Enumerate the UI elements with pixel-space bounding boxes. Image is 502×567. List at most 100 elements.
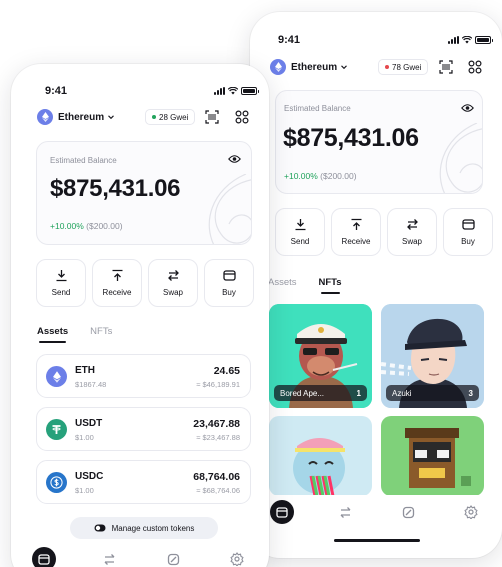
stage: 9:41 Ethereum 78 Gwei Estimated Balance … <box>0 0 502 567</box>
receive-button[interactable]: Receive <box>92 259 142 307</box>
balance-card: Estimated Balance $875,431.06 +10.00% ($… <box>275 90 483 194</box>
buy-button[interactable]: Buy <box>443 208 493 256</box>
gas-status-dot <box>152 115 156 119</box>
balance-label: Estimated Balance <box>284 104 351 113</box>
nav-settings[interactable] <box>460 501 482 523</box>
tab-assets[interactable]: Assets <box>37 326 68 343</box>
grid-icon[interactable] <box>468 60 482 74</box>
nav-settings[interactable] <box>226 548 248 567</box>
card-icon <box>461 219 475 230</box>
battery-icon <box>241 87 259 95</box>
decorative-swirl <box>208 174 251 244</box>
receive-icon <box>112 269 122 281</box>
tab-nfts[interactable]: NFTs <box>319 277 342 294</box>
battery-icon <box>475 36 493 44</box>
token-usd-value: ≈ $46,189.91 <box>196 380 240 389</box>
wifi-icon <box>462 36 472 44</box>
send-button[interactable]: Send <box>36 259 86 307</box>
nav-swap[interactable] <box>335 501 357 523</box>
nft-card[interactable]: Azuki 3 <box>381 304 484 408</box>
token-symbol: USDT <box>75 418 103 429</box>
tab-nfts[interactable]: NFTs <box>90 326 112 337</box>
token-amount: 24.65 <box>213 365 240 377</box>
token-amount: 23,467.88 <box>193 418 240 430</box>
gas-value: 78 Gwei <box>392 62 422 72</box>
buy-label: Buy <box>222 288 236 297</box>
send-label: Send <box>51 288 71 297</box>
balance-card: Estimated Balance $875,431.06 +10.00% ($… <box>36 141 252 245</box>
receive-label: Receive <box>341 237 371 246</box>
status-time: 9:41 <box>45 85 68 97</box>
nft-label: Azuki 3 <box>386 385 479 401</box>
status-bar: 9:41 <box>250 12 502 48</box>
settings-icon <box>230 552 244 566</box>
change-absolute: ($200.00) <box>320 171 357 181</box>
balance-change: +10.00% ($200.00) <box>284 171 357 181</box>
network-name: Ethereum <box>291 61 338 73</box>
receive-icon <box>351 218 361 230</box>
token-amount: 68,764.06 <box>193 471 240 483</box>
network-selector[interactable]: Ethereum <box>270 59 348 75</box>
action-row: Send Receive Swap Buy <box>36 259 254 307</box>
signal-icon <box>214 87 225 95</box>
swap-label: Swap <box>162 288 183 297</box>
buy-button[interactable]: Buy <box>204 259 254 307</box>
ethereum-icon <box>270 59 286 75</box>
network-selector[interactable]: Ethereum <box>37 109 115 125</box>
status-icons <box>214 87 259 95</box>
token-row[interactable]: USDC $1.00 68,764.06 ≈ $68,764.06 <box>36 460 251 504</box>
nav-browser[interactable] <box>397 501 419 523</box>
swap-icon <box>167 270 179 281</box>
front-phone: 9:41 Ethereum 28 Gwei Estimated Balance … <box>11 64 269 567</box>
balance-label: Estimated Balance <box>50 156 117 165</box>
nav-browser[interactable] <box>162 548 184 567</box>
nav-wallet[interactable] <box>32 547 56 567</box>
token-row[interactable]: USDT $1.00 23,467.88 ≈ $23,467.88 <box>36 407 251 451</box>
token-symbol: USDC <box>75 471 104 482</box>
eye-icon[interactable] <box>228 154 241 164</box>
chevron-down-icon <box>341 65 348 70</box>
tab-assets[interactable]: Assets <box>268 277 297 288</box>
usdc-icon <box>46 472 67 493</box>
wallet-icon <box>38 553 50 565</box>
balance-amount: $875,431.06 <box>283 124 419 152</box>
token-symbol: ETH <box>75 365 95 376</box>
swap-button[interactable]: Swap <box>148 259 198 307</box>
nav-swap[interactable] <box>98 548 120 567</box>
manage-tokens-button[interactable]: Manage custom tokens <box>70 517 218 539</box>
action-row: Send Receive Swap Buy <box>275 208 493 256</box>
toggle-icon <box>94 524 106 532</box>
nft-count: 3 <box>468 388 473 398</box>
nft-card[interactable] <box>381 416 484 496</box>
token-price: $1.00 <box>75 486 94 495</box>
token-price: $1867.48 <box>75 380 107 389</box>
scan-icon[interactable] <box>205 110 219 124</box>
settings-icon <box>464 505 478 519</box>
scan-icon[interactable] <box>439 60 453 74</box>
token-row[interactable]: ETH $1867.48 24.65 ≈ $46,189.91 <box>36 354 251 398</box>
send-button[interactable]: Send <box>275 208 325 256</box>
receive-button[interactable]: Receive <box>331 208 381 256</box>
nft-card[interactable] <box>269 416 372 496</box>
card-icon <box>222 270 236 281</box>
asset-tabs: Assets NFTs <box>37 326 112 343</box>
rainbow-nft-image <box>269 416 372 496</box>
grid-icon[interactable] <box>235 110 249 124</box>
signal-icon <box>448 36 459 44</box>
send-icon <box>295 219 305 231</box>
browser-icon <box>167 553 179 565</box>
nft-card[interactable]: Bored Ape... 1 <box>269 304 372 408</box>
wallet-icon <box>276 506 288 518</box>
balance-amount: $875,431.06 <box>50 175 181 202</box>
eye-icon[interactable] <box>461 103 474 113</box>
token-price: $1.00 <box>75 433 94 442</box>
swap-icon <box>406 219 418 230</box>
network-name: Ethereum <box>58 111 105 123</box>
home-indicator <box>334 539 420 542</box>
swap-button[interactable]: Swap <box>387 208 437 256</box>
gas-badge: 78 Gwei <box>378 59 429 75</box>
receive-label: Receive <box>102 288 132 297</box>
nav-wallet[interactable] <box>270 500 295 524</box>
gas-value: 28 Gwei <box>159 112 189 122</box>
back-phone: 9:41 Ethereum 78 Gwei Estimated Balance … <box>250 12 502 558</box>
